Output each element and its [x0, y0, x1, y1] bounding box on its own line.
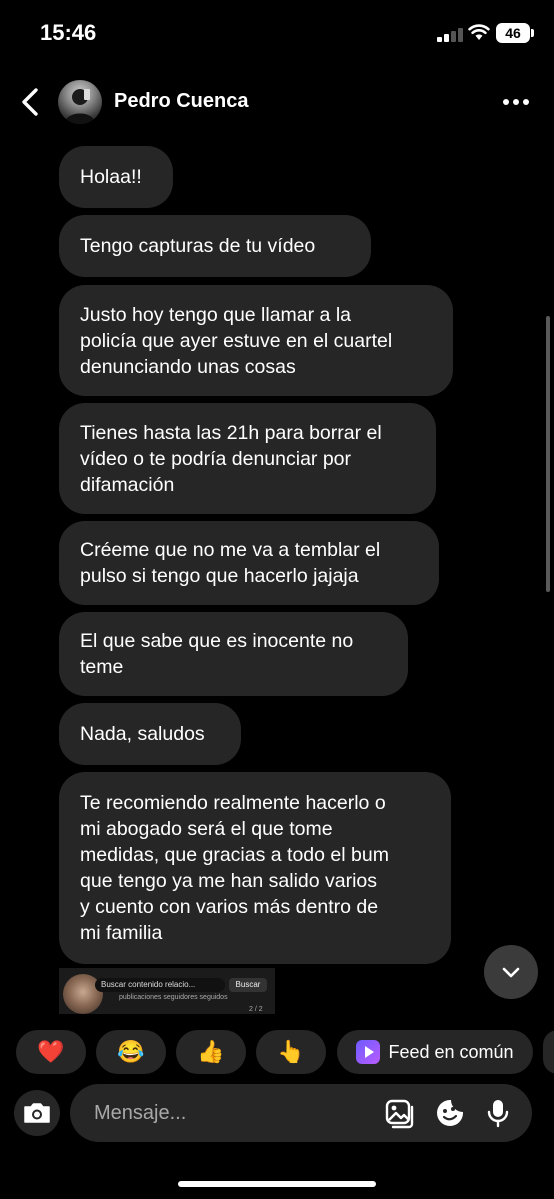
point-up-icon: 👆	[277, 1039, 305, 1064]
feed-icon	[356, 1040, 381, 1064]
microphone-icon[interactable]	[482, 1097, 514, 1129]
shared-image-preview[interactable]: Buscar contenido relacio... Buscar publi…	[59, 968, 275, 1014]
quick-reaction-laugh[interactable]: 😂	[96, 1030, 166, 1074]
shared-feed-label: Feed en común	[388, 1041, 514, 1062]
message-bubble[interactable]: Te recomiendo realmente hacerlo o mi abo…	[59, 772, 451, 964]
preview-page-indicator: 2 / 2	[249, 1006, 263, 1013]
message-bubble[interactable]: Tengo capturas de tu vídeo	[59, 215, 371, 277]
message-input[interactable]	[94, 1098, 364, 1128]
chat-header: Pedro Cuenca	[0, 72, 554, 132]
message-bubble[interactable]: El que sabe que es inocente no teme	[59, 612, 408, 696]
laughing-face-icon: 😂	[117, 1039, 145, 1064]
message-bubble[interactable]: Justo hoy tengo que llamar a la policía …	[59, 285, 453, 396]
preview-search-field: Buscar contenido relacio...	[95, 978, 225, 992]
heart-icon: ❤️	[37, 1039, 65, 1064]
wifi-icon	[468, 24, 490, 40]
preview-search-button: Buscar	[229, 978, 267, 992]
quick-reaction-heart[interactable]: ❤️	[16, 1030, 86, 1074]
message-bubble[interactable]: Créeme que no me va a temblar el pulso s…	[59, 521, 439, 605]
cellular-signal-icon	[437, 26, 463, 42]
message-bubble[interactable]: Holaa!!	[59, 146, 173, 208]
quick-reaction-point-up[interactable]: 👆	[256, 1030, 326, 1074]
scroll-to-bottom-button[interactable]	[484, 945, 538, 999]
battery-icon: 46	[496, 23, 530, 43]
quick-reply-row: ❤️ 😂 👍 👆 Feed en común	[0, 1030, 554, 1074]
contact-name[interactable]: Pedro Cuenca	[114, 90, 248, 113]
avatar[interactable]	[58, 80, 102, 124]
chevron-down-icon	[502, 967, 520, 978]
home-indicator	[178, 1181, 376, 1187]
scrollbar[interactable]	[546, 316, 550, 592]
status-bar: 15:46 46	[0, 0, 554, 64]
message-composer	[14, 1084, 532, 1142]
camera-icon[interactable]	[14, 1090, 60, 1136]
gallery-icon[interactable]	[384, 1097, 416, 1129]
status-time: 15:46	[40, 20, 97, 45]
battery-tip	[531, 29, 534, 37]
quick-reaction-thumbs-up[interactable]: 👍	[176, 1030, 246, 1074]
back-chevron-icon[interactable]	[14, 84, 48, 120]
message-field	[70, 1084, 532, 1142]
quick-reply-overflow[interactable]	[543, 1030, 554, 1074]
more-options-icon[interactable]	[496, 90, 536, 114]
sticker-icon[interactable]	[434, 1097, 466, 1129]
thumbs-up-icon: 👍	[197, 1039, 225, 1064]
preview-profile-stats: publicaciones seguidores seguidos	[119, 994, 228, 1001]
shared-feed-button[interactable]: Feed en común	[337, 1030, 533, 1074]
message-bubble[interactable]: Nada, saludos	[59, 703, 241, 765]
message-bubble[interactable]: Tienes hasta las 21h para borrar el víde…	[59, 403, 436, 514]
